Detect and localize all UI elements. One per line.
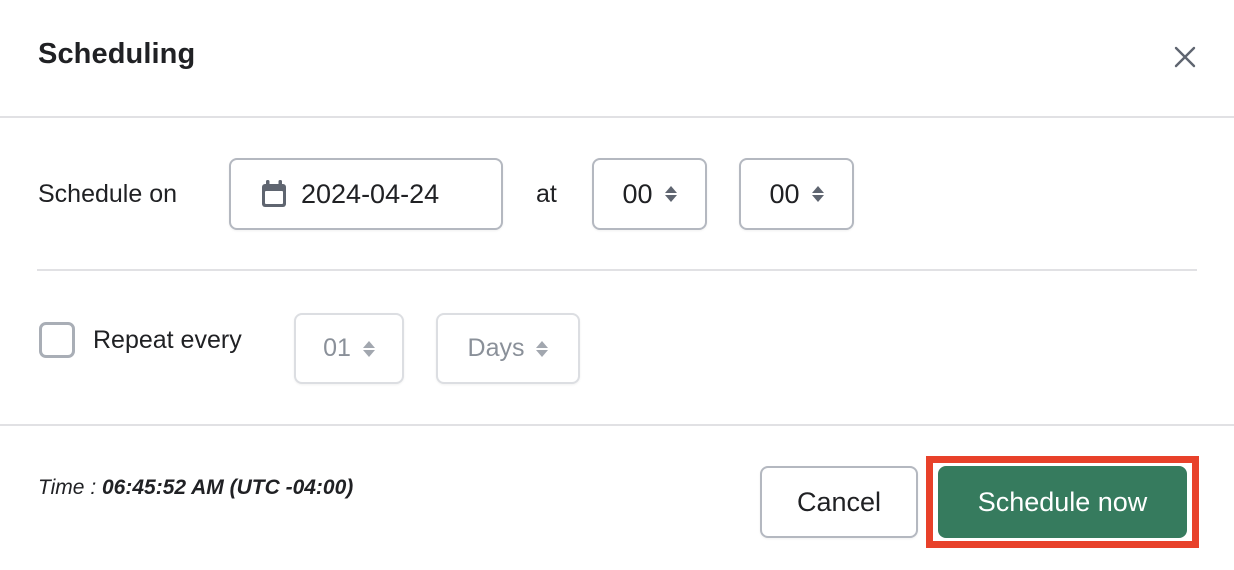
close-icon: [1174, 46, 1196, 68]
time-label: Time :: [38, 476, 102, 499]
repeat-interval-select[interactable]: 01: [294, 313, 404, 384]
section-divider: [37, 269, 1197, 271]
dialog-header: Scheduling: [0, 0, 1234, 117]
dialog-title: Scheduling: [38, 38, 196, 70]
time-value: 06:45:52 AM (UTC -04:00): [101, 476, 354, 499]
date-value: 2024-04-24: [301, 178, 440, 209]
updown-arrows-icon: [664, 186, 677, 202]
schedule-now-button[interactable]: Schedule now: [938, 466, 1187, 538]
schedule-on-label: Schedule on: [38, 180, 178, 208]
header-divider: [0, 116, 1234, 118]
updown-arrows-icon: [362, 340, 375, 357]
repeat-unit-select[interactable]: Days: [436, 313, 580, 384]
date-picker-input[interactable]: 2024-04-24: [229, 158, 503, 230]
unit-value: Days: [467, 334, 525, 362]
current-time: Time : 06:45:52 AM (UTC -04:00): [38, 476, 353, 500]
minute-select[interactable]: 00: [739, 158, 854, 230]
hour-select[interactable]: 00: [592, 158, 707, 230]
scheduling-dialog: Scheduling Schedule on 2024-04-24 at 00 …: [0, 0, 1234, 570]
minute-value: 00: [769, 178, 800, 209]
updown-arrows-icon: [811, 186, 824, 202]
footer-divider: [0, 424, 1234, 426]
cancel-button[interactable]: Cancel: [760, 466, 918, 538]
close-button[interactable]: [1166, 38, 1204, 76]
at-label: at: [536, 180, 557, 208]
interval-value: 01: [323, 334, 351, 362]
repeat-every-label[interactable]: Repeat every: [93, 326, 242, 355]
updown-arrows-icon: [536, 340, 549, 357]
calendar-icon: [261, 180, 287, 208]
hour-value: 00: [622, 178, 653, 209]
repeat-checkbox[interactable]: [39, 322, 75, 358]
